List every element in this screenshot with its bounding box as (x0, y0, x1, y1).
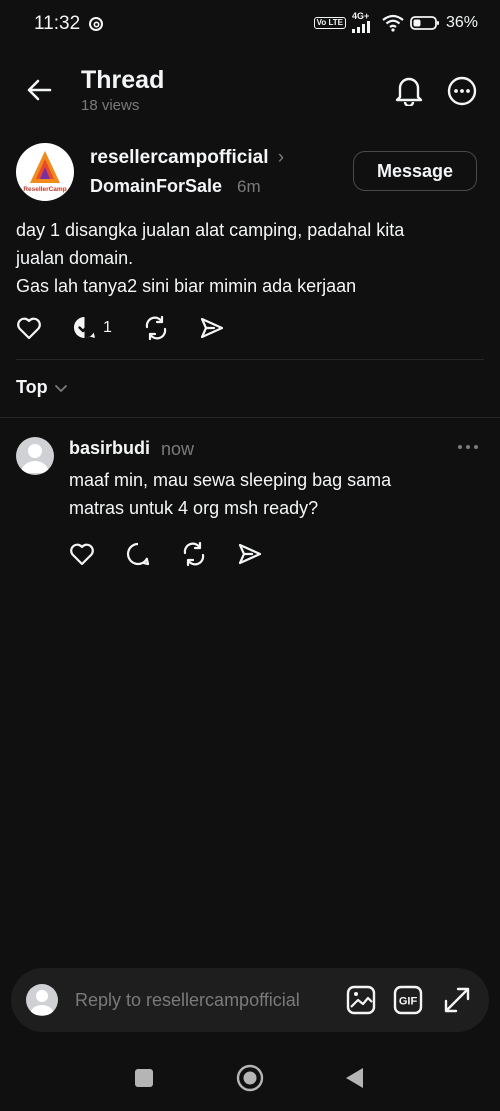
logo-text: ResellerCamp (23, 186, 66, 193)
default-avatar-icon (21, 444, 49, 473)
reply-comment-button[interactable] (125, 541, 151, 567)
back-nav-button[interactable] (344, 1067, 366, 1089)
more-options-button[interactable] (447, 76, 477, 106)
battery-percent: 36% (445, 13, 478, 31)
recents-button[interactable] (134, 1068, 154, 1088)
post-text-line: Gas lah tanya2 sini biar mimin ada kerja… (16, 276, 357, 296)
sort-label: Top (16, 377, 48, 397)
topic-tag[interactable]: DomainForSale (90, 176, 222, 197)
wifi-icon (382, 14, 404, 32)
author-username[interactable]: resellercampofficial › (90, 147, 284, 169)
chevron-right-icon: › (277, 147, 285, 168)
gif-button[interactable]: GIF (393, 985, 423, 1015)
comment-icon (126, 542, 150, 566)
author-avatar[interactable]: ResellerCamp (16, 143, 74, 201)
repost-icon (183, 541, 205, 567)
circle-home-icon (236, 1064, 264, 1092)
reply-username[interactable]: basirbudi (69, 438, 150, 459)
battery-icon (410, 15, 440, 31)
resellercamp-logo: ResellerCamp (23, 151, 67, 193)
reply-text-line: matras untuk 4 org msh ready? (69, 498, 319, 518)
reply-button[interactable]: 1 (72, 315, 112, 340)
view-count: 18 views (81, 97, 140, 114)
reply-avatar[interactable] (16, 437, 54, 475)
reply-input[interactable]: Reply to resellercampofficial (75, 990, 300, 1011)
post-text: day 1 disangka jualan alat camping, pada… (16, 216, 484, 300)
send-icon (238, 543, 262, 565)
attach-image-button[interactable] (346, 985, 376, 1015)
more-horizontal-icon (458, 445, 478, 449)
repost-button[interactable] (143, 315, 169, 341)
heart-icon (70, 543, 94, 566)
post-time: 6m (237, 177, 261, 196)
repost-icon (145, 315, 167, 341)
signal-icon: 4G+ (351, 11, 376, 33)
bell-icon (395, 77, 423, 106)
reply-text-line: maaf min, mau sewa sleeping bag sama (69, 470, 392, 490)
status-icons: Vo LTE 4G+ 36% (313, 11, 478, 33)
chevron-down-icon (54, 384, 67, 392)
volte-icon: Vo LTE (313, 16, 346, 29)
author-username-text: resellercampofficial (90, 147, 269, 168)
reply-share-button[interactable] (237, 542, 263, 566)
like-button[interactable] (16, 316, 42, 340)
default-avatar-icon (30, 990, 54, 1015)
square-icon (135, 1069, 153, 1087)
divider (16, 359, 484, 360)
page-title: Thread (81, 66, 165, 94)
divider (0, 417, 500, 418)
post-text-line: day 1 disangka jualan alat camping, pada… (16, 220, 405, 240)
send-icon (200, 317, 224, 339)
back-button[interactable] (26, 78, 52, 102)
post-text-line: jualan domain. (16, 248, 134, 268)
reply-repost-button[interactable] (181, 541, 207, 567)
reply-more-button[interactable] (457, 442, 479, 452)
gif-icon: GIF (393, 985, 423, 1015)
reply-count: 1 (103, 318, 112, 336)
image-icon (346, 985, 376, 1015)
notifications-button[interactable] (394, 74, 424, 106)
triangle-back-icon (346, 1068, 363, 1088)
network-label: 4G+ (351, 11, 370, 21)
more-circle-icon (447, 76, 477, 106)
arrow-left-icon (27, 79, 52, 101)
home-button[interactable] (236, 1064, 264, 1092)
reply-text: maaf min, mau sewa sleeping bag sama mat… (69, 466, 469, 522)
composer-avatar (26, 984, 58, 1016)
status-time: 11:32 (34, 13, 81, 34)
svg-text:GIF: GIF (399, 996, 418, 1008)
reply-like-button[interactable] (69, 542, 95, 566)
reply-check-icon (73, 316, 95, 338)
expand-icon (444, 987, 470, 1013)
threads-notification-icon (88, 16, 104, 32)
status-bar: 11:32 Vo LTE 4G+ 36% (0, 0, 500, 50)
reply-time: now (161, 439, 195, 459)
heart-icon (17, 317, 41, 340)
expand-composer-button[interactable] (442, 985, 472, 1015)
share-button[interactable] (199, 316, 225, 340)
message-button[interactable]: Message (353, 151, 477, 191)
sort-dropdown[interactable]: Top (16, 377, 68, 398)
system-nav-bar (0, 1045, 500, 1111)
